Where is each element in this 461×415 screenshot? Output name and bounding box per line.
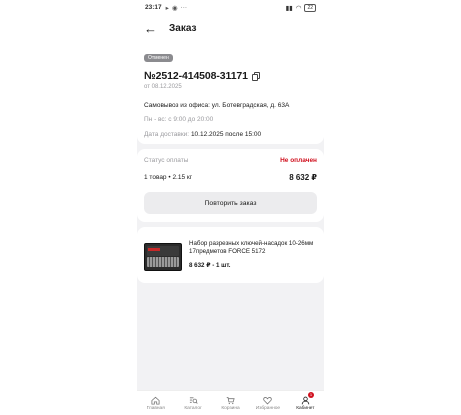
status-badge: Отменен	[144, 54, 173, 62]
tab-cart[interactable]: Корзина	[212, 391, 249, 415]
status-right: ▮▮ ◠ 22	[285, 3, 316, 12]
tab-label: Каталог	[184, 405, 202, 411]
order-summary-row: 1 товар • 2.15 кг 8 632 ₽	[144, 173, 317, 182]
pickup-address: Самовывоз из офиса: ул. Ботевградская, д…	[144, 102, 290, 109]
product-info: Набор разрезных ключей-насадок 10-26мм 1…	[189, 240, 317, 271]
payment-status-value: Не оплачен	[280, 157, 317, 164]
payment-status-label: Статус оплаты	[144, 157, 189, 164]
home-icon	[151, 396, 160, 405]
more-dots-icon: ···	[180, 4, 188, 11]
location-icon: ◉	[171, 4, 178, 12]
order-date: от 08.12.2025	[144, 84, 182, 90]
order-number-row: №2512-414508-31171	[144, 70, 317, 82]
page-title: Заказ	[169, 23, 197, 34]
heart-icon	[263, 396, 273, 405]
cart-icon	[226, 396, 235, 404]
app-bar: ← Заказ	[137, 15, 324, 42]
tab-label: Корзина	[221, 405, 240, 411]
payment-status-row: Статус оплаты Не оплачен	[144, 157, 317, 164]
status-time: 23:17	[145, 4, 162, 11]
repeat-order-button[interactable]: Повторить заказ	[144, 192, 317, 214]
copy-icon[interactable]	[251, 71, 260, 81]
tab-account[interactable]: 1 Кабинет	[287, 391, 324, 415]
working-hours: Пн - вс: с 9:00 до 20:00	[144, 116, 214, 123]
order-total: 8 632 ₽	[289, 173, 317, 182]
wifi-icon: ◠	[295, 4, 302, 12]
back-arrow-icon[interactable]: ←	[144, 22, 162, 35]
tab-label: Главная	[146, 405, 165, 411]
product-image[interactable]	[144, 243, 182, 271]
product-price-qty: 8 632 ₽ - 1 шт.	[189, 262, 231, 269]
product-name[interactable]: Набор разрезных ключей-насадок 10-26мм 1…	[189, 240, 317, 256]
bottom-tab-bar: Главная Каталог Корзина Избранное 1 Каби…	[137, 390, 324, 415]
delivery-date-label: Дата доставки:	[144, 131, 190, 138]
signal-icon: ▮▮	[285, 4, 293, 12]
items-summary: 1 товар • 2.15 кг	[144, 174, 193, 181]
notification-icons: ▸ ◉ ···	[166, 4, 187, 12]
delivery-date-row: Дата доставки: 10.12.2025 после 15:00	[144, 131, 317, 138]
phone-screen: 23:17 ▸ ◉ ··· ▮▮ ◠ 22 ← Заказ Отменен №2…	[137, 0, 324, 415]
order-number: №2512-414508-31171	[144, 70, 248, 82]
product-card[interactable]: Набор разрезных ключей-насадок 10-26мм 1…	[137, 227, 324, 283]
status-bar: 23:17 ▸ ◉ ··· ▮▮ ◠ 22	[137, 0, 324, 15]
tab-catalog[interactable]: Каталог	[174, 391, 211, 415]
battery-icon: 22	[304, 3, 316, 12]
tab-label: Избранное	[255, 405, 281, 411]
tab-home[interactable]: Главная	[137, 391, 174, 415]
tab-favorites[interactable]: Избранное	[249, 391, 286, 415]
notification-badge: 1	[308, 392, 315, 398]
payment-card: Статус оплаты Не оплачен 1 товар • 2.15 …	[137, 149, 324, 222]
order-info-card: Отменен №2512-414508-31171 от 08.12.2025…	[137, 42, 324, 144]
tab-label: Кабинет	[296, 405, 315, 411]
notification-icon: ▸	[165, 4, 169, 12]
catalog-search-icon	[189, 396, 198, 404]
delivery-date-value: 10.12.2025 после 15:00	[190, 131, 262, 138]
